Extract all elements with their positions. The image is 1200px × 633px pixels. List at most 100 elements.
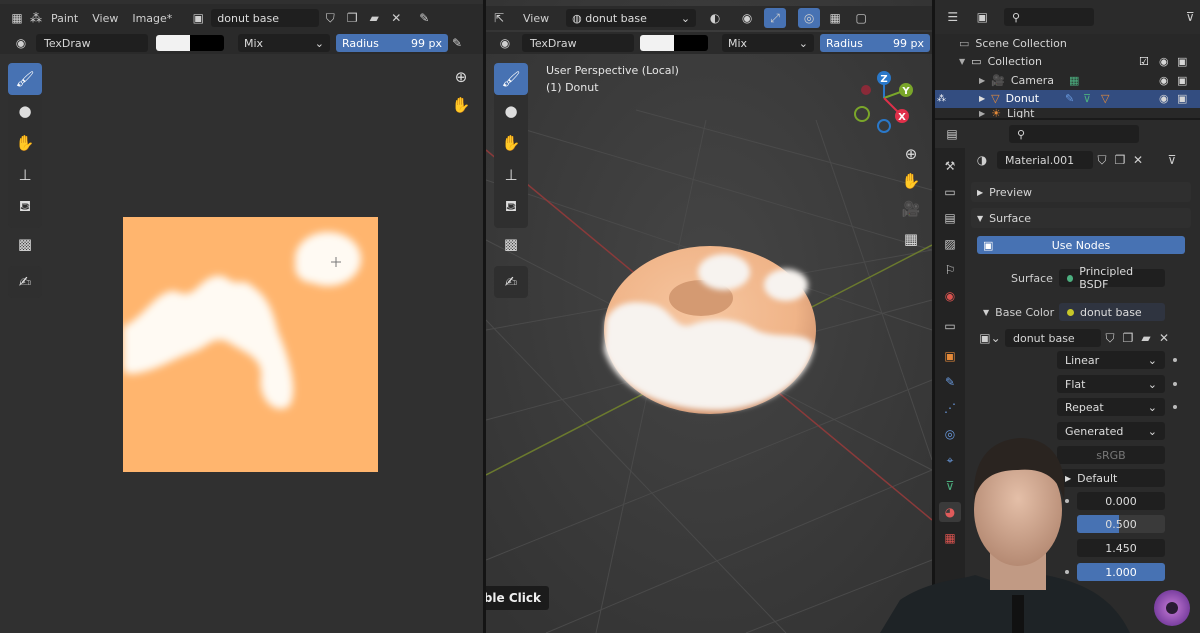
outliner-row-scene-collection[interactable]: ▭ Scene Collection: [935, 34, 1200, 53]
viewport-shading-icon[interactable]: ◐: [704, 8, 726, 28]
menu-image[interactable]: Image*: [125, 12, 179, 25]
annotate-pen-icon[interactable]: ✍: [8, 266, 42, 298]
zoom-icon[interactable]: ⊕: [448, 64, 474, 90]
viewport-mask-icon[interactable]: ▩: [494, 228, 528, 260]
image-unlink-icon[interactable]: ✕: [1155, 328, 1173, 348]
viewport-menu-view[interactable]: View: [516, 12, 556, 25]
open-folder-icon[interactable]: ▰: [363, 8, 385, 28]
surface-panel-header[interactable]: ▼ Surface: [971, 208, 1191, 228]
scene-tab-icon[interactable]: ⚐: [939, 260, 961, 280]
viewport-annotate-icon[interactable]: ✍: [494, 266, 528, 298]
brush-icon[interactable]: ◉: [10, 33, 32, 53]
display-mode-icon[interactable]: ▣: [973, 7, 993, 27]
render-tab-icon[interactable]: ▭: [939, 182, 961, 202]
base-color-link[interactable]: donut base: [1059, 303, 1165, 321]
fake-user-shield-icon[interactable]: ⛉: [319, 8, 341, 28]
viewport-soften-icon[interactable]: ●: [494, 95, 528, 127]
properties-search-input[interactable]: ⚲: [1009, 125, 1139, 143]
navigation-gizmo[interactable]: Z Y X: [852, 68, 916, 136]
ortho-grid-icon[interactable]: ▦: [898, 226, 924, 252]
camera-restrict-icon[interactable]: ▣: [1177, 92, 1187, 105]
outliner-editor-type-icon[interactable]: ☰: [943, 7, 963, 27]
extension-keyframe-dot[interactable]: [1173, 405, 1177, 409]
eye-icon[interactable]: ◉: [1159, 74, 1169, 87]
viewport-brush-icon[interactable]: ◉: [494, 33, 516, 53]
output-tab-icon[interactable]: ▤: [939, 208, 961, 228]
outliner-row-donut[interactable]: ⁂ ▶ ▽ Donut ✎ ⊽ ▽ ◉ ▣: [935, 89, 1200, 108]
soften-drop-icon[interactable]: ●: [8, 95, 42, 127]
base-color-label[interactable]: ▼ Base Color: [983, 306, 1054, 319]
menu-paint[interactable]: Paint: [44, 12, 85, 25]
viewport-secondary-swatch[interactable]: [674, 35, 708, 51]
collection-tab-icon[interactable]: ▭: [939, 316, 961, 336]
viewport-fill-icon[interactable]: ⛾: [494, 191, 528, 223]
image-open-icon[interactable]: ▰: [1137, 328, 1155, 348]
outliner-row-collection[interactable]: ▼ ▭ Collection ☑ ◉ ▣: [935, 53, 1200, 72]
material-fake-user-icon[interactable]: ⛉: [1093, 150, 1111, 170]
image-fake-user-icon[interactable]: ⛉: [1101, 328, 1119, 348]
use-nodes-button[interactable]: ▣ Use Nodes: [977, 236, 1185, 254]
image-browse-icon[interactable]: ▣: [187, 8, 209, 28]
viewport-editor-type-icon[interactable]: ⇱: [488, 8, 510, 28]
clone-stamp-icon[interactable]: ⊥: [8, 159, 42, 191]
3d-viewport[interactable]: ⇱ View ◍ donut base ⌄ ◐ ◉ ⤢ ◎ ▦ ▢ ◉ TexDr…: [486, 0, 932, 633]
surface-shader-dropdown[interactable]: Principled BSDF: [1059, 265, 1165, 291]
material-filter-icon[interactable]: ⊽: [1161, 150, 1183, 170]
properties-editor-type-icon[interactable]: ▤: [941, 124, 963, 144]
particles-tab-icon[interactable]: ⋰: [939, 398, 961, 418]
expand-arrow-icon[interactable]: ▼: [959, 57, 965, 66]
brush-name-field[interactable]: TexDraw: [36, 34, 148, 52]
gizmo-toggle-icon[interactable]: ⤢: [764, 8, 787, 28]
image-texture-name-field[interactable]: donut base: [1005, 329, 1101, 347]
projection-keyframe-dot[interactable]: [1173, 382, 1177, 386]
projection-dropdown[interactable]: Flat ⌄: [1057, 375, 1165, 393]
viewport-smear-icon[interactable]: ✋: [494, 127, 528, 159]
pressure-pen-icon[interactable]: ✎: [448, 33, 466, 53]
preview-panel-header[interactable]: ▶ Preview: [971, 182, 1191, 202]
extension-dropdown[interactable]: Repeat ⌄: [1057, 398, 1165, 416]
visibility-icon[interactable]: ◉: [736, 8, 758, 28]
mask-icon[interactable]: ▩: [8, 228, 42, 260]
material-browse-icon[interactable]: ◑: [971, 150, 993, 170]
overlay-toggle-icon[interactable]: ◎: [798, 8, 821, 28]
xray-toggle-icon[interactable]: ▦: [824, 8, 846, 28]
outliner-row-camera[interactable]: ▶ 🎥 Camera ▦ ◉ ▣: [935, 71, 1200, 90]
expand-arrow-icon[interactable]: ▶: [979, 109, 985, 118]
interpolation-dropdown[interactable]: Linear ⌄: [1057, 351, 1165, 369]
viewport-brush-name-field[interactable]: TexDraw: [522, 34, 634, 52]
camera-restrict-icon[interactable]: ▣: [1177, 55, 1187, 68]
expand-arrow-icon[interactable]: ▶: [979, 94, 985, 103]
pin-icon[interactable]: ✎: [413, 8, 435, 28]
unlink-close-icon[interactable]: ✕: [385, 8, 407, 28]
expand-arrow-icon[interactable]: ▶: [979, 76, 985, 85]
material-unlink-icon[interactable]: ✕: [1129, 150, 1147, 170]
menu-view[interactable]: View: [85, 12, 125, 25]
duplicate-image-icon[interactable]: ❐: [341, 8, 363, 28]
checkbox-icon[interactable]: ☑: [1139, 55, 1149, 68]
modifier-tab-icon[interactable]: ✎: [939, 372, 961, 392]
material-duplicate-icon[interactable]: ❐: [1111, 150, 1129, 170]
outliner-search-input[interactable]: ⚲: [1004, 8, 1095, 26]
material-name-field[interactable]: Material.001: [997, 151, 1093, 169]
camera-view-icon[interactable]: 🎥: [898, 196, 924, 222]
view-layer-tab-icon[interactable]: ▨: [939, 234, 961, 254]
primary-color-swatch[interactable]: [156, 35, 190, 51]
eye-icon[interactable]: ◉: [1159, 92, 1169, 105]
world-tab-icon[interactable]: ◉: [939, 286, 961, 306]
outliner-row-light[interactable]: ▶ ☀ Light: [935, 108, 1200, 118]
solid-shading-icon[interactable]: ▢: [850, 8, 872, 28]
eye-icon[interactable]: ◉: [1159, 55, 1169, 68]
image-browse-icon[interactable]: ▣⌄: [977, 328, 1003, 348]
secondary-color-swatch[interactable]: [190, 35, 224, 51]
viewport-pan-icon[interactable]: ✋: [898, 168, 924, 194]
blend-mode-dropdown[interactable]: Mix ⌄: [238, 34, 330, 52]
viewport-image-dropdown[interactable]: ◍ donut base ⌄: [566, 9, 697, 27]
texture-canvas[interactable]: [123, 217, 378, 472]
object-tab-icon[interactable]: ▣: [939, 346, 961, 366]
viewport-draw-brush-icon[interactable]: 🖌: [494, 63, 528, 95]
viewport-primary-swatch[interactable]: [640, 35, 674, 51]
fill-bucket-icon[interactable]: ⛾: [8, 191, 42, 223]
viewport-blend-mode-dropdown[interactable]: Mix ⌄: [722, 34, 814, 52]
image-duplicate-icon[interactable]: ❐: [1119, 328, 1137, 348]
interpolation-keyframe-dot[interactable]: [1173, 358, 1177, 362]
